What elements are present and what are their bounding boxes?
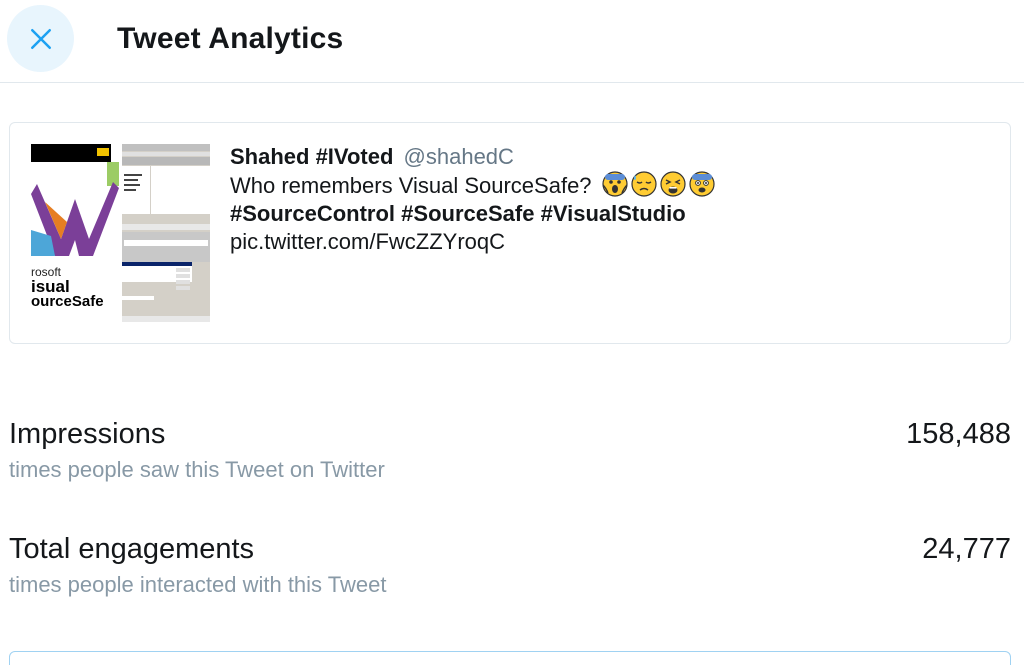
hashtag-link[interactable]: #SourceSafe [401, 201, 534, 226]
next-section-card[interactable] [9, 651, 1011, 665]
tweet-text: Who remembers Visual SourceSafe? [230, 173, 592, 198]
metric-value: 158,488 [906, 418, 1011, 450]
metric-description: times people interacted with this Tweet [9, 572, 387, 597]
weary-face-icon [660, 171, 686, 197]
metric-value: 24,777 [922, 533, 1011, 565]
hashtag-link[interactable]: #SourceControl [230, 201, 395, 226]
metric-description: times people saw this Tweet on Twitter [9, 457, 385, 482]
tweet-content: Shahed #IVoted @shahedC Who remembers Vi… [230, 143, 990, 256]
box-art-text-3: ourceSafe [31, 293, 104, 310]
hashtag-link[interactable]: #VisualStudio [541, 201, 686, 226]
screaming-face-icon [602, 171, 628, 197]
tweet-image-screenshot[interactable] [122, 144, 210, 322]
metric-label: Impressions [9, 418, 166, 450]
metric-label: Total engagements [9, 533, 255, 565]
tweet-text-line: Who remembers Visual SourceSafe? [230, 171, 990, 200]
tweet-media-link[interactable]: pic.twitter.com/FwcZZYroqC [230, 228, 990, 256]
close-button[interactable] [7, 5, 74, 72]
modal-header: Tweet Analytics [0, 0, 1024, 83]
page-title: Tweet Analytics [117, 22, 344, 55]
close-icon [30, 28, 51, 49]
author-handle[interactable]: @shahedC [404, 144, 514, 169]
metric-impressions: Impressions times people saw this Tweet … [9, 418, 1011, 483]
metric-total-engagements: Total engagements times people interacte… [9, 533, 1011, 598]
tweet-author[interactable]: Shahed #IVoted @shahedC [230, 143, 990, 171]
author-name[interactable]: Shahed #IVoted [230, 144, 393, 169]
emoji-row [602, 171, 715, 197]
tweet-image-box-art[interactable]: rosoft isual ourceSafe [31, 144, 119, 322]
downcast-sweat-face-icon [631, 171, 657, 197]
tweet-card[interactable]: rosoft isual ourceSafe Shahed #IVoted @s… [9, 122, 1011, 344]
fearful-face-icon [689, 171, 715, 197]
tweet-hashtags: #SourceControl #SourceSafe #VisualStudio [230, 200, 990, 228]
